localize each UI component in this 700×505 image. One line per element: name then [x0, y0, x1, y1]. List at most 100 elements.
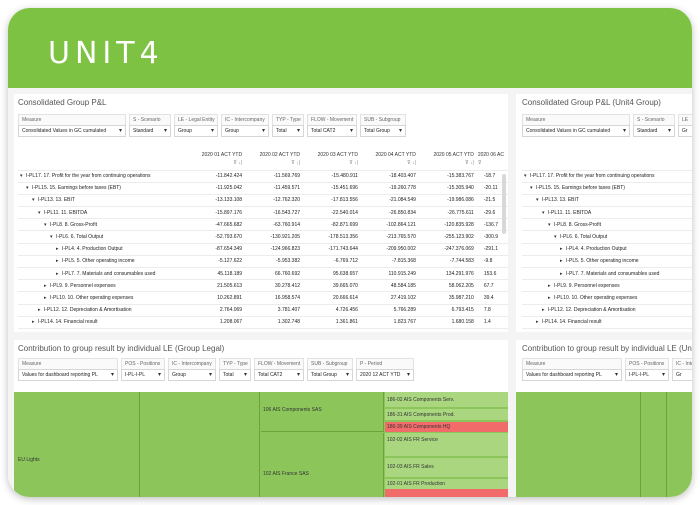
filter-sort-icon[interactable]: ⊽ ↓| — [304, 160, 358, 166]
table-row[interactable]: ▸ I-PL12. 12. Depreciation & Amortisation… — [18, 304, 508, 317]
filter-sort-icon[interactable]: ⊽ — [478, 160, 504, 166]
row-label-cell: ▾ I-PL17. 17. Profit for the year from co… — [522, 170, 692, 183]
filter-intercompany[interactable]: IC - Intercompany Group ▾ — [221, 114, 269, 137]
table-row[interactable]: ▾ I-PL6. 6. Total Output — [522, 230, 692, 244]
filter-measure[interactable]: Measure Consolidated Values in GC cumula… — [18, 114, 126, 137]
filter-type[interactable]: TYP - Type Total ▾ — [272, 114, 304, 137]
column-header[interactable]: 2020 02 ACT YTD ⊽ ↓| — [246, 150, 305, 171]
value-cell: -15.480.911 — [304, 170, 362, 183]
row-label-cell: ▸I-PL16. 16. Income taxes — [522, 328, 692, 332]
filter-intercompany[interactable]: IC - Intercompany Group ▾ — [168, 358, 216, 381]
value-cell: -11.569.769 — [246, 170, 305, 183]
column-header[interactable]: 2020 03 ACT YTD ⊽ ↓| — [304, 150, 362, 171]
filter-positions[interactable]: POS - Positions I-PL-I-PL ▾ — [121, 358, 165, 381]
value-cell: 20.666.614 — [304, 291, 362, 305]
table-row[interactable]: ▾ I-PL8. 8. Gross-Profit -47.665.682 -63.76… — [18, 218, 508, 232]
table-row[interactable]: ▾ I-PL11. 11. EBITDA — [522, 206, 692, 220]
filter-sort-icon[interactable]: ⊽ ↓| — [246, 160, 300, 166]
table-row[interactable]: ▾ I-PL6. 6. Total Output -52.793.670 -130.9… — [18, 230, 508, 244]
table-row[interactable]: ▸ I-PL7. 7. Materials and consumables use… — [18, 267, 508, 281]
row-label: I-PL4. 4. Production Output — [62, 246, 123, 253]
table-row[interactable]: ▾ I-PL17. 17. Profit for the year from co… — [522, 170, 692, 183]
panel-title: Consolidated Group P&L (Unit4 Group) — [522, 98, 661, 107]
value-cell: 27.419.102 — [361, 291, 420, 305]
table-row[interactable]: ▸ I-PL10. 10. Other operating expenses 10.… — [18, 291, 508, 305]
column-header[interactable]: 2020 05 ACT YTD ⊽ ↓| — [419, 150, 478, 171]
filter-scenario[interactable]: S - Scenario Standard ▾ — [633, 114, 675, 137]
chevron-down-icon: ▾ — [349, 128, 353, 134]
filter-sort-icon[interactable]: ⊽ ↓| — [188, 160, 242, 166]
filter-measure[interactable]: Measure Values for dashboard reporting P… — [522, 358, 622, 381]
table-row[interactable]: ▸ I-PL10. 10. Other operating expenses — [522, 291, 692, 305]
column-header[interactable]: 2020 06 AC ⊽ — [477, 150, 508, 171]
value-cell: -6.769.712 — [304, 255, 362, 269]
value-cell: -63.760.914 — [246, 218, 305, 232]
unit4-group-pl-panel: Consolidated Group P&L (Unit4 Group) Mea… — [516, 94, 692, 332]
treemap-node-france[interactable]: 102 AIS France SAS — [261, 433, 384, 497]
value-cell: 2.764.069 — [188, 304, 247, 317]
row-label: I-PL17. 17. Profit for the year from con… — [530, 173, 655, 180]
value-cell: -26.850.834 — [361, 206, 420, 220]
treemap-leaf[interactable]: 102-02 AIS FR Service — [385, 433, 508, 457]
treemap-leaf-negative[interactable]: 186-39 AIS Components HQ — [385, 422, 508, 432]
filter-scenario[interactable]: S - Scenario Standard ▾ — [129, 114, 171, 137]
filter-sort-icon[interactable]: ⊽ ↓| — [362, 160, 416, 166]
row-label: I-PL9. 9. Personnel expenses — [554, 282, 620, 289]
filter-positions[interactable]: POS - Positions I-PL-I-PL ▾ — [625, 358, 669, 381]
filter-subgroup[interactable]: SUB - Subgroup Total Group ▾ — [307, 358, 353, 381]
table-row[interactable]: ▸ I-PL4. 4. Production Output -87.654.349-… — [18, 243, 508, 256]
table-row[interactable]: ▸I-PL16. 16. Income taxes-17.383-110.197… — [18, 328, 508, 332]
treemap-node-level1[interactable]: EU Lights — [14, 392, 140, 497]
table-row[interactable]: ▾ I-PL13. 13. EBIT — [522, 194, 692, 208]
filter-measure[interactable]: Measure Consolidated Values in GC cumula… — [522, 114, 630, 137]
value-cell: -5.953.382 — [246, 255, 305, 269]
filter-type[interactable]: TYP - Type Total ▾ — [219, 358, 251, 381]
table-row[interactable]: ▸ I-PL14. 14. Financial result — [522, 316, 692, 329]
table-row[interactable]: ▸I-PL16. 16. Income taxes — [522, 328, 692, 332]
row-label-cell: ▾ I-PL17. 17. Profit for the year from co… — [18, 170, 189, 183]
row-label-cell: ▸ I-PL4. 4. Production Output — [18, 243, 189, 256]
filter-period[interactable]: P - Period 2020 12 ACT YTD ▾ — [356, 358, 414, 381]
filter-legal-entity[interactable]: LE Gr — [678, 114, 692, 137]
filter-intercompany[interactable]: IC - Intercompany Gr — [672, 358, 692, 381]
table-row[interactable]: ▸ I-PL7. 7. Materials and consumables use… — [522, 267, 692, 281]
row-label: I-PL13. 13. EBIT — [38, 197, 75, 204]
column-header[interactable]: 2020 04 ACT YTD ⊽ ↓| — [361, 150, 420, 171]
treemap-leaf[interactable]: 186-31 AIS Components Prod. — [385, 409, 508, 421]
table-row[interactable]: ▾ I-PL8. 8. Gross-Profit — [522, 218, 692, 232]
table-row[interactable]: ▸ I-PL9. 9. Personnel expenses — [522, 279, 692, 293]
table-row[interactable]: ▸ I-PL5. 5. Other operating income — [522, 255, 692, 269]
table-row[interactable]: ▸ I-PL5. 5. Other operating income -5.127.… — [18, 255, 508, 269]
value-cell: 58.062.205 — [419, 279, 478, 293]
table-row[interactable]: ▾ I-PL15. 15. Earnings before taxes (EBT) — [522, 182, 692, 195]
table-row[interactable]: ▾ I-PL15. 15. Earnings before taxes (EBT)… — [18, 182, 508, 195]
row-label: I-PL12. 12. Depreciation & Amortisation — [44, 307, 132, 314]
value-cell: 10.262.891 — [188, 291, 247, 305]
table-row[interactable]: ▾ I-PL13. 13. EBIT -13.133.108 -12.762.320-… — [18, 194, 508, 208]
table-row[interactable]: ▸ I-PL4. 4. Production Output — [522, 243, 692, 256]
filter-movement[interactable]: FLOW - Movement Total CAT2 ▾ — [307, 114, 357, 137]
treemap-leaf[interactable]: 186-02 AIS Components Serv. — [385, 392, 508, 408]
column-header[interactable]: 2020 01 ACT YTD ⊽ ↓| — [188, 150, 247, 171]
filter-sort-icon[interactable]: ⊽ ↓| — [420, 160, 474, 166]
treemap-leaf[interactable]: 102-01 AIS FR Production — [385, 479, 508, 489]
filter-movement[interactable]: FLOW - Movement Total CAT2 ▾ — [254, 358, 304, 381]
filter-subgroup[interactable]: SUB - Subgroup Total Group ▾ — [360, 114, 406, 137]
vertical-scrollbar[interactable] — [502, 174, 506, 234]
row-label-cell: ▸ I-PL9. 9. Personnel expenses — [522, 279, 692, 293]
table-row[interactable]: ▾ I-PL11. 11. EBITDA -15.897.176 -16.543.72… — [18, 206, 508, 220]
filter-legal-entity[interactable]: LE - Legal Entity Group ▾ — [174, 114, 218, 137]
table-row[interactable]: ▸ I-PL14. 14. Financial result 1.208.067 1.… — [18, 316, 508, 329]
row-label: I-PL8. 8. Gross-Profit — [50, 221, 97, 228]
table-row[interactable]: ▾ I-PL17. 17. Profit for the year from co… — [18, 170, 508, 183]
treemap-leaf-negative[interactable] — [385, 489, 508, 497]
filter-measure[interactable]: Measure Values for dashboard reporting P… — [18, 358, 118, 381]
filter-bar: Measure Values for dashboard reporting P… — [522, 358, 692, 381]
treemap-leaf[interactable]: 102-03 AIS FR Sales — [385, 458, 508, 478]
treemap-node-components[interactable]: 106 AIS Components SAS — [261, 392, 384, 432]
value-cell: -209.950.002 — [361, 243, 420, 256]
filter-bar: Measure Consolidated Values in GC cumula… — [522, 114, 692, 137]
table-row[interactable]: ▸ I-PL12. 12. Depreciation & Amortisation — [522, 304, 692, 317]
table-row[interactable]: ▸ I-PL9. 9. Personnel expenses 21.505.613 3… — [18, 279, 508, 293]
contribution-unit4-panel: Contribution to group result by individu… — [516, 340, 692, 497]
